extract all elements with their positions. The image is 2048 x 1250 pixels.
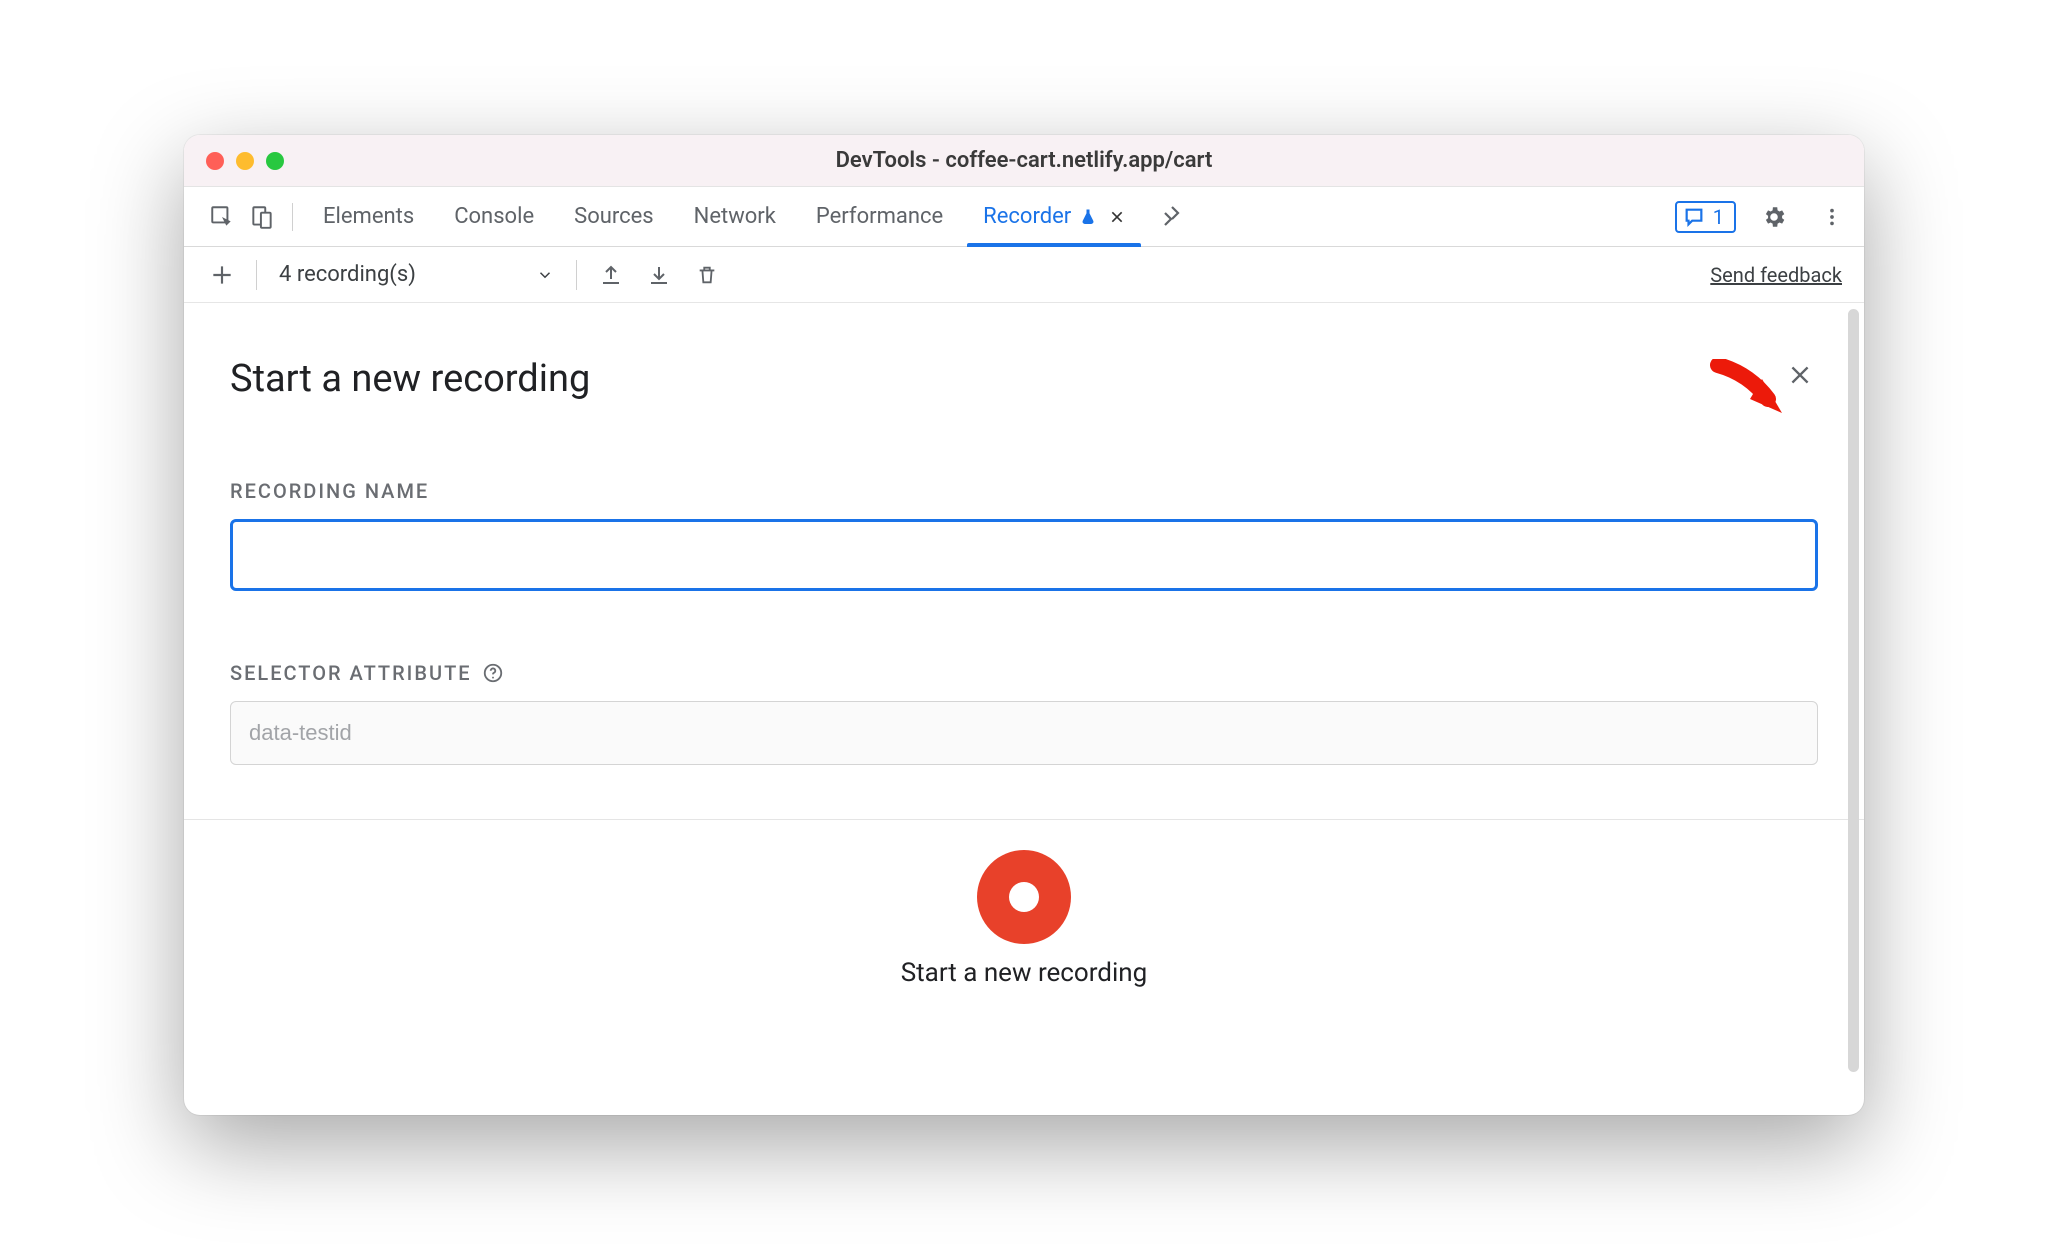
recording-name-field: RECORDING NAME bbox=[230, 479, 1818, 591]
issues-count: 1 bbox=[1713, 205, 1724, 229]
new-recording-panel: Start a new recording RECORDING NAME SEL… bbox=[184, 303, 1864, 1115]
recordings-dropdown[interactable]: 4 recording(s) bbox=[271, 258, 562, 291]
send-feedback-link[interactable]: Send feedback bbox=[1710, 263, 1842, 287]
close-icon[interactable] bbox=[1109, 209, 1125, 225]
close-panel-button[interactable] bbox=[1782, 357, 1818, 393]
recording-name-label: RECORDING NAME bbox=[230, 479, 1818, 503]
selector-attribute-field: SELECTOR ATTRIBUTE bbox=[230, 661, 1818, 765]
tab-network[interactable]: Network bbox=[674, 188, 796, 246]
tab-label: Performance bbox=[816, 204, 943, 229]
selector-attribute-input[interactable] bbox=[230, 701, 1818, 765]
tab-console[interactable]: Console bbox=[434, 188, 554, 246]
chevron-down-icon bbox=[536, 266, 554, 284]
devtools-window: DevTools - coffee-cart.netlify.app/cart … bbox=[184, 135, 1864, 1115]
window-minimize-button[interactable] bbox=[236, 152, 254, 170]
tab-elements[interactable]: Elements bbox=[303, 188, 434, 246]
devtools-tabbar: Elements Console Sources Network Perform… bbox=[184, 187, 1864, 247]
tab-label: Recorder bbox=[983, 204, 1071, 229]
start-recording-area: Start a new recording bbox=[230, 820, 1818, 988]
chat-icon bbox=[1683, 206, 1705, 228]
device-toolbar-icon[interactable] bbox=[242, 197, 282, 237]
recording-name-input[interactable] bbox=[230, 519, 1818, 591]
divider bbox=[292, 203, 293, 231]
tab-recorder[interactable]: Recorder bbox=[963, 188, 1145, 246]
tab-sources[interactable]: Sources bbox=[554, 188, 674, 246]
selector-attribute-label: SELECTOR ATTRIBUTE bbox=[230, 661, 472, 685]
panel-title: Start a new recording bbox=[230, 357, 590, 401]
tab-label: Sources bbox=[574, 204, 654, 229]
kebab-menu-icon[interactable] bbox=[1812, 197, 1852, 237]
issues-badge[interactable]: 1 bbox=[1675, 201, 1736, 233]
import-icon[interactable] bbox=[639, 255, 679, 295]
start-recording-button[interactable] bbox=[977, 850, 1071, 944]
add-recording-icon[interactable] bbox=[202, 255, 242, 295]
recorder-toolbar: 4 recording(s) Send feedback bbox=[184, 247, 1864, 303]
tab-label: Console bbox=[454, 204, 534, 229]
tab-performance[interactable]: Performance bbox=[796, 188, 963, 246]
dropdown-label: 4 recording(s) bbox=[279, 262, 416, 287]
divider bbox=[576, 260, 577, 290]
delete-icon[interactable] bbox=[687, 255, 727, 295]
start-recording-label: Start a new recording bbox=[901, 958, 1148, 988]
scrollbar-thumb[interactable] bbox=[1848, 309, 1859, 1072]
window-zoom-button[interactable] bbox=[266, 152, 284, 170]
divider bbox=[256, 260, 257, 290]
tab-label: Network bbox=[694, 204, 776, 229]
tab-label: Elements bbox=[323, 204, 414, 229]
window-title: DevTools - coffee-cart.netlify.app/cart bbox=[184, 148, 1864, 173]
recorder-content: Start a new recording RECORDING NAME SEL… bbox=[184, 303, 1864, 1115]
gear-icon[interactable] bbox=[1754, 197, 1794, 237]
window-close-button[interactable] bbox=[206, 152, 224, 170]
help-icon[interactable] bbox=[482, 662, 504, 684]
window-controls bbox=[206, 152, 284, 170]
more-tabs-icon[interactable] bbox=[1151, 197, 1191, 237]
flask-icon bbox=[1079, 208, 1097, 226]
scrollbar[interactable] bbox=[1846, 303, 1861, 1115]
titlebar: DevTools - coffee-cart.netlify.app/cart bbox=[184, 135, 1864, 187]
inspect-element-icon[interactable] bbox=[202, 197, 242, 237]
export-icon[interactable] bbox=[591, 255, 631, 295]
